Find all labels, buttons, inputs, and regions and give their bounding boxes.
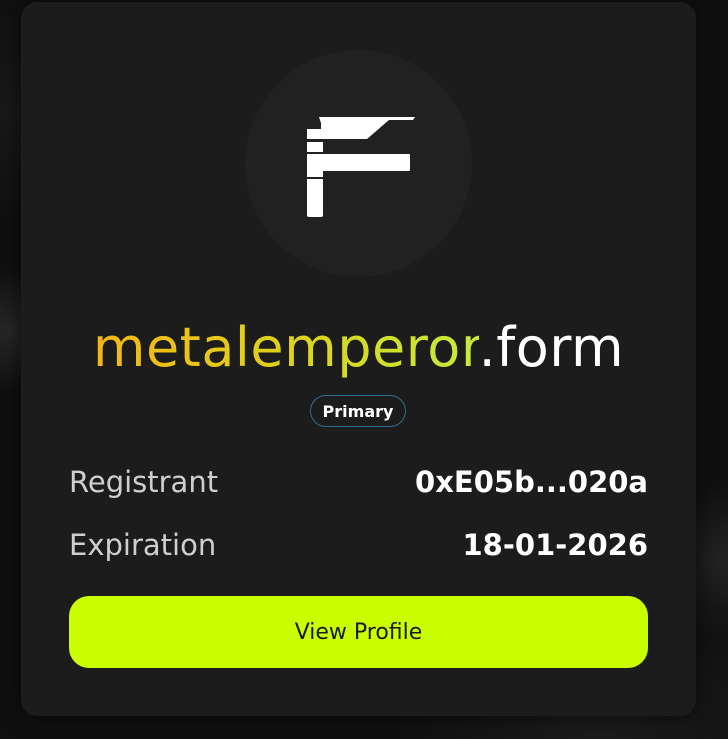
domain-profile-card: metalemperor.form Primary Registrant 0xE… [21,2,696,716]
domain-tld: .form [478,316,625,379]
registrant-label: Registrant [69,465,219,499]
primary-badge: Primary [310,395,406,427]
form-f-logo-icon [303,109,415,219]
expiration-date: 18-01-2026 [462,528,649,562]
expiration-row: Expiration 18-01-2026 [69,525,648,565]
registrant-row: Registrant 0xE05b...020a [69,462,648,502]
registrant-address: 0xE05b...020a [415,465,648,499]
view-profile-button[interactable]: View Profile [69,596,648,668]
domain-avatar [245,50,472,277]
expiration-label: Expiration [69,528,217,562]
domain-label: metalemperor [92,316,479,379]
domain-name: metalemperor.form [21,312,696,384]
